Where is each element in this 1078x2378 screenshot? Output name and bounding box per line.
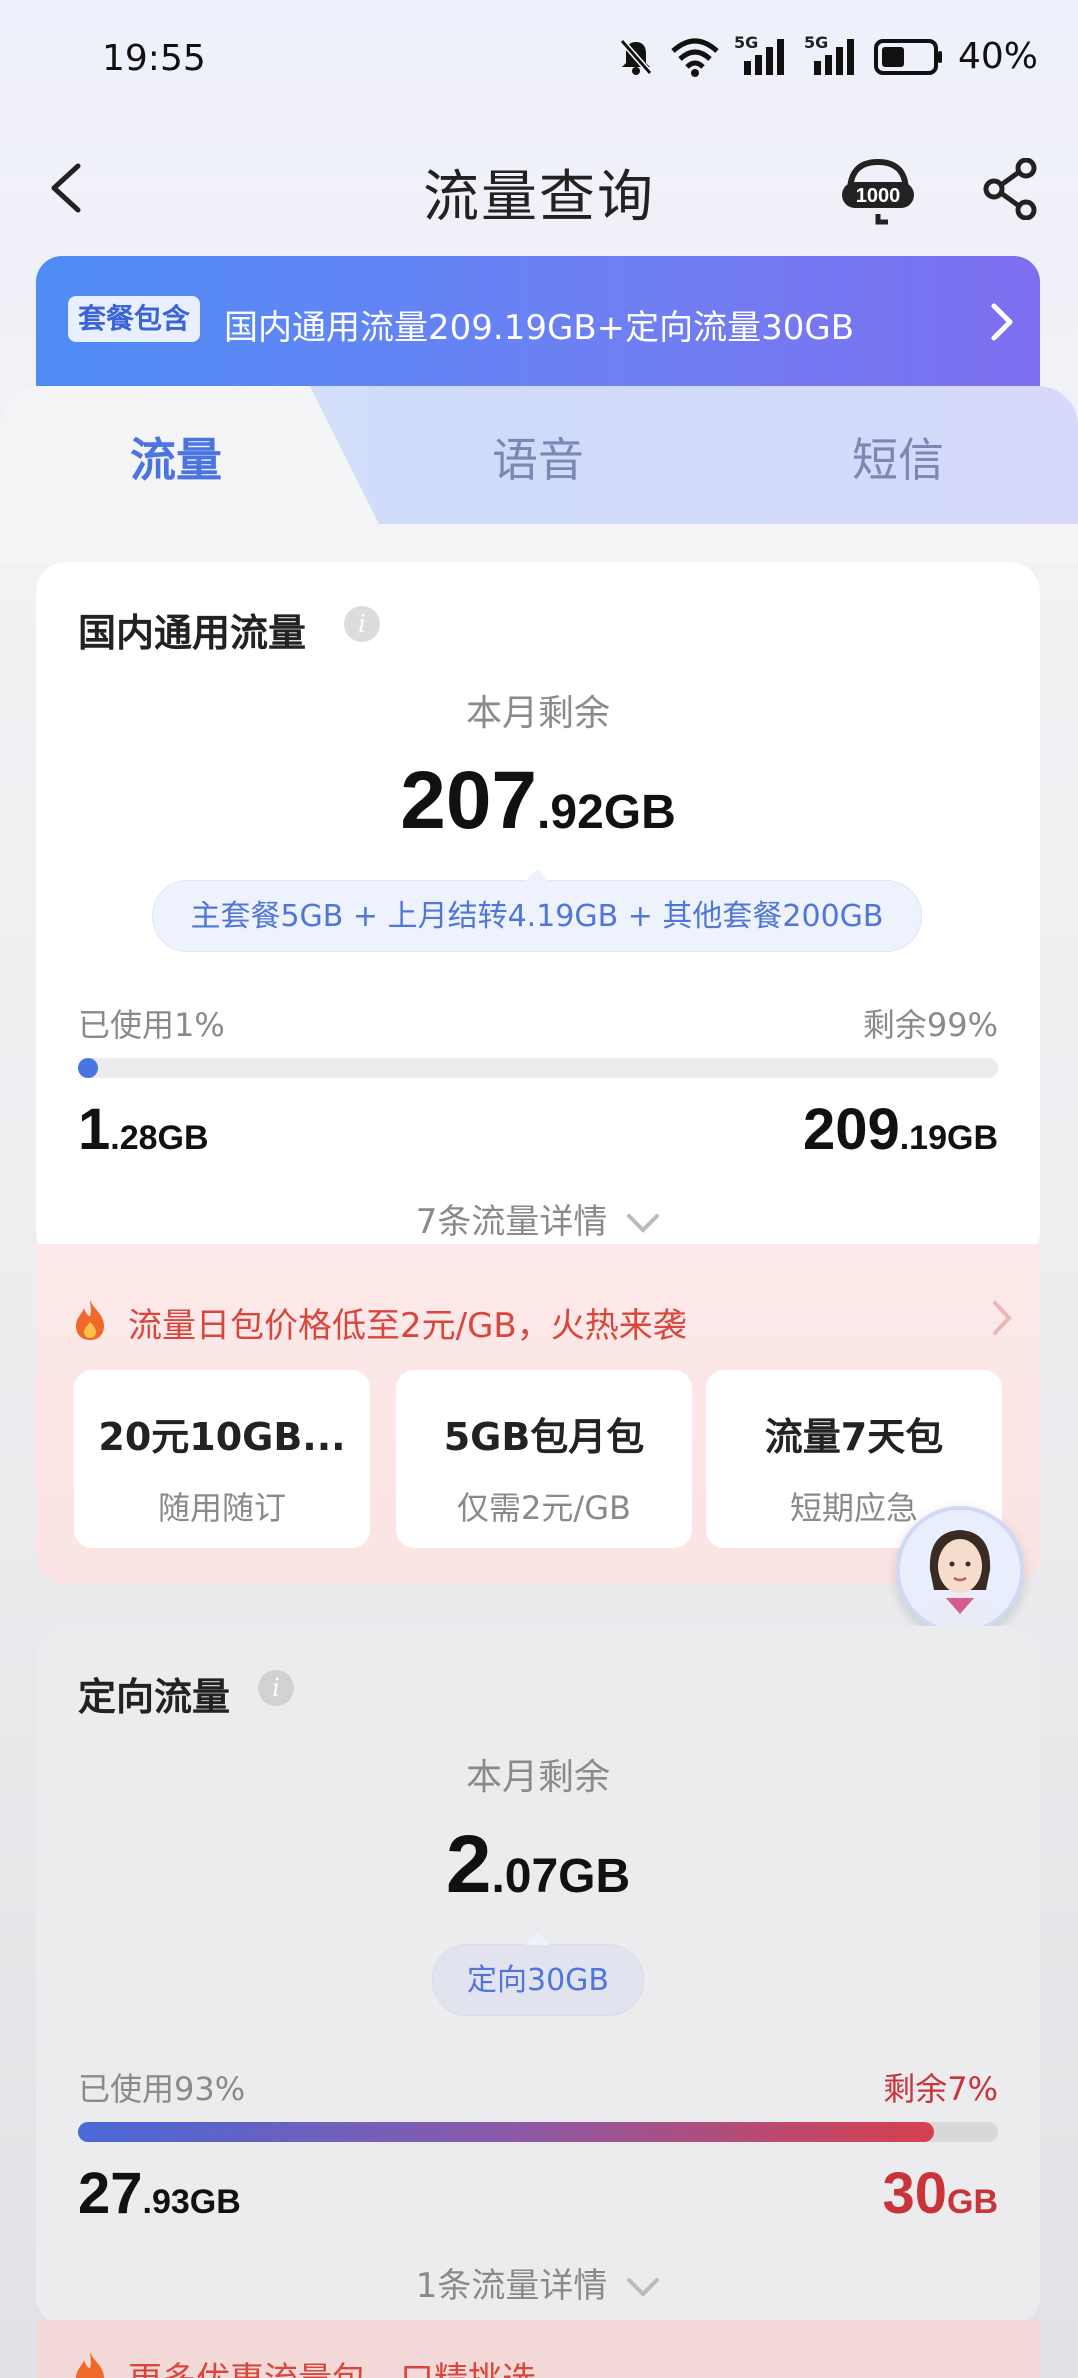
flow-detail-link[interactable]: 1条流量详情 xyxy=(36,2258,1040,2307)
battery-percent: 40% xyxy=(957,36,1038,77)
assistant-avatar-icon xyxy=(900,1510,1020,1630)
remain-label: 本月剩余 xyxy=(465,1757,610,1798)
promo-text[interactable]: 流量日包价格低至2元/GB，火热来袭 xyxy=(128,1298,687,1347)
bottom-promo-text: 更多优惠流量包，口精挑选 xyxy=(128,2352,536,2378)
chevron-down-icon xyxy=(627,1213,660,1233)
share-button[interactable] xyxy=(982,158,1038,220)
bell-muted-icon xyxy=(619,38,653,75)
flow-detail-link[interactable]: 7条流量详情 xyxy=(36,1194,1040,1243)
breakdown-pill: 定向30GB xyxy=(432,1933,644,2016)
status-time: 19:55 xyxy=(102,38,206,79)
plan-summary: 国内通用流量209.19GB+定向流量30GB xyxy=(224,308,855,348)
remain-amount: 2.07GB xyxy=(445,1819,631,1910)
directed-title: 定向流量 xyxy=(78,1675,231,1719)
tab-sms[interactable]: 短信 xyxy=(852,424,944,490)
chevron-right-icon[interactable] xyxy=(992,1300,1012,1336)
total-amount: 209.19GB xyxy=(802,1097,998,1162)
fire-icon xyxy=(76,2352,104,2378)
promo-section: 流量日包价格低至2元/GB，火热来袭 20元10GB... 随用随订 5GB包月… xyxy=(36,1244,1040,1584)
left-percent: 剩余7% xyxy=(883,2070,998,2108)
usage-bar-fill xyxy=(78,1058,98,1078)
chevron-right-icon xyxy=(991,303,1013,341)
domestic-flow-card: 国内通用流量 i 本月剩余 207.92GB 主套餐5GB + 上月结转4.19… xyxy=(36,562,1040,1262)
total-amount: 30GB xyxy=(882,2161,998,2226)
usage-bar-fill xyxy=(78,2122,934,2142)
tab-bar: 流量 语音 短信 xyxy=(0,386,1078,526)
fire-icon xyxy=(76,1300,104,1340)
remain-label: 本月剩余 xyxy=(465,693,610,734)
used-percent: 已使用93% xyxy=(78,2070,246,2108)
tab-voice[interactable]: 语音 xyxy=(492,424,584,490)
left-percent: 剩余99% xyxy=(862,1006,998,1044)
status-icons: 5G 5G 40% xyxy=(616,33,1038,77)
info-icon[interactable]: i xyxy=(344,606,380,642)
customer-service-icon: 1000 xyxy=(842,158,914,225)
promo-item[interactable]: 20元10GB... 随用随订 xyxy=(74,1370,370,1548)
plan-tag: 套餐包含 xyxy=(68,296,201,342)
tab-content-bg xyxy=(0,524,1078,564)
tab-flow[interactable]: 流量 xyxy=(130,424,222,490)
signal-icon: 5G xyxy=(734,33,790,77)
assistant-avatar[interactable] xyxy=(896,1506,1024,1634)
chevron-down-icon xyxy=(627,2277,660,2297)
breakdown-pill: 主套餐5GB + 上月结转4.19GB + 其他套餐200GB xyxy=(152,869,922,952)
wifi-icon xyxy=(671,38,719,77)
info-icon[interactable]: i xyxy=(258,1670,294,1706)
battery-icon xyxy=(873,38,942,75)
domestic-title: 国内通用流量 xyxy=(78,611,307,655)
promo-item[interactable]: 5GB包月包 仅需2元/GB xyxy=(396,1370,692,1548)
used-amount: 27.93GB xyxy=(78,2161,241,2226)
used-amount: 1.28GB xyxy=(78,1097,209,1162)
used-percent: 已使用1% xyxy=(78,1006,225,1044)
signal-icon: 5G xyxy=(804,33,860,77)
directed-flow-card: 定向流量 i 本月剩余 2.07GB 定向30GB 已使用93% 剩余7% 27… xyxy=(36,1626,1040,2326)
plan-banner[interactable]: 套餐包含 国内通用流量209.19GB+定向流量30GB xyxy=(36,256,1040,390)
usage-bar xyxy=(78,1058,998,1078)
remain-amount: 207.92GB xyxy=(400,755,676,846)
svg-text:1000: 1000 xyxy=(856,185,901,207)
customer-service-button[interactable]: 1000 xyxy=(838,152,918,232)
bottom-promo[interactable]: 更多优惠流量包，口精挑选 xyxy=(36,2320,1040,2378)
